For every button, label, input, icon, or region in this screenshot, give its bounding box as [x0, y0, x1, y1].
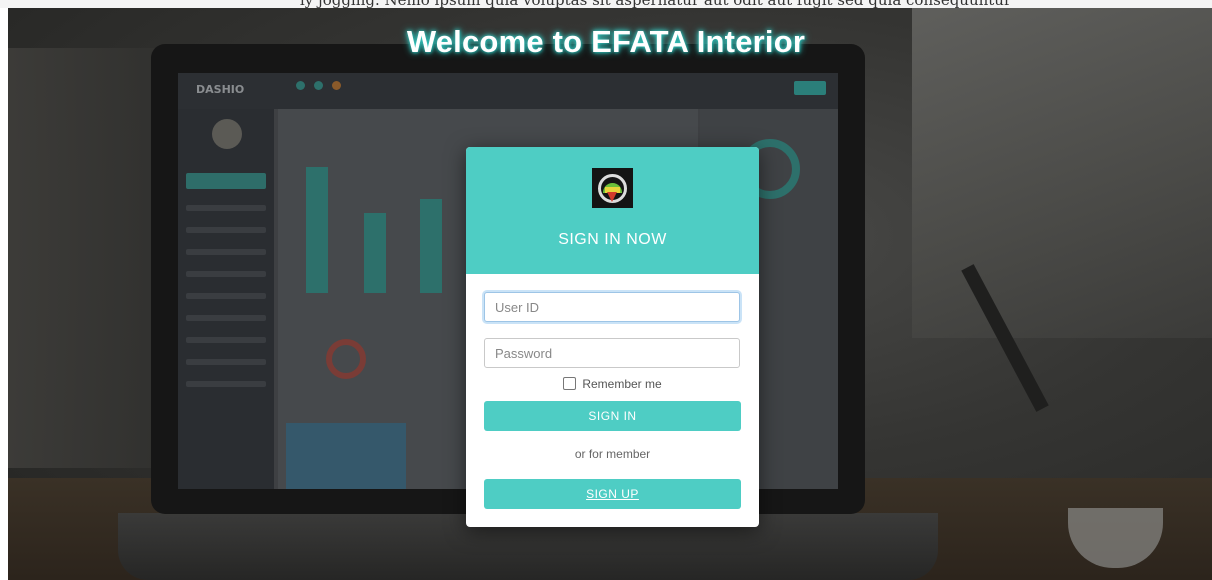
- user-id-input[interactable]: [484, 292, 740, 322]
- screen-bar: [364, 213, 386, 293]
- screen-bar: [306, 167, 328, 293]
- screen-weather-card: [286, 423, 406, 489]
- screen-brand: DASHIO: [196, 83, 245, 96]
- top-strip-text: ly jogging. Nemo ipsum quia voluptas sit…: [300, 0, 1011, 8]
- login-modal: SIGN IN NOW Remember me SIGN IN or for m…: [466, 147, 759, 527]
- screen-sidebar-item: [186, 227, 266, 233]
- password-input[interactable]: [484, 338, 740, 368]
- screen-sidebar-item: [186, 271, 266, 277]
- screen-dot: [314, 81, 323, 90]
- screen-logout-button: [794, 81, 826, 95]
- screen-topbar: DASHIO: [178, 73, 838, 109]
- screen-sidebar-item: [186, 293, 266, 299]
- screen-sidebar-item: [186, 173, 266, 189]
- screen-sidebar-item: [186, 205, 266, 211]
- or-for-member-text: or for member: [574, 447, 651, 461]
- logo-pointer: [607, 192, 617, 202]
- screen-sidebar-item: [186, 337, 266, 343]
- screen-sidebar-item: [186, 381, 266, 387]
- remember-me-row[interactable]: Remember me: [466, 377, 759, 391]
- screen-donut: [326, 339, 366, 379]
- login-modal-header: SIGN IN NOW: [466, 147, 759, 274]
- top-strip: ly jogging. Nemo ipsum quia voluptas sit…: [0, 0, 1212, 8]
- welcome-heading: Welcome to EFATA Interior: [406, 24, 806, 59]
- screen-dot: [296, 81, 305, 90]
- screen-bar: [420, 199, 442, 293]
- screen-sidebar-item: [186, 315, 266, 321]
- login-title: SIGN IN NOW: [558, 231, 667, 248]
- sign-up-button[interactable]: SIGN UP: [484, 479, 741, 509]
- screen-sidebar-item: [186, 249, 266, 255]
- screen-sidebar-item: [186, 359, 266, 365]
- screen-sidebar: [178, 109, 274, 489]
- sign-in-button[interactable]: SIGN IN: [484, 401, 741, 431]
- efata-logo-icon: [592, 168, 633, 208]
- remember-me-label: Remember me: [582, 377, 662, 391]
- remember-me-checkbox[interactable]: [563, 377, 577, 390]
- screen-dot: [332, 81, 341, 90]
- screen-avatar: [212, 119, 242, 149]
